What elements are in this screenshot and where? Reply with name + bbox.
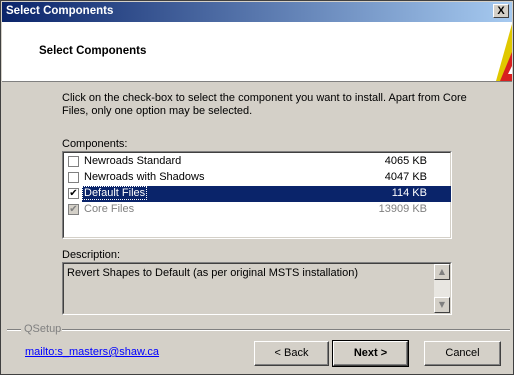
scroll-up-icon[interactable]: ▲ [434,264,450,280]
page-title: Select Components [39,45,147,57]
components-label: Components: [62,138,128,150]
checkbox-checked-disabled: ✔ [68,204,79,215]
next-button[interactable]: Next > [332,340,409,367]
components-list[interactable]: Newroads Standard 4065 KB Newroads with … [62,151,452,239]
component-size: 4047 KB [384,171,427,183]
checkbox[interactable] [68,172,79,183]
description-scrollbar[interactable]: ▲ ▼ [434,264,450,313]
scroll-down-icon[interactable]: ▼ [434,297,450,313]
list-item-selected[interactable]: ✔ Default Files 114 KB [65,186,451,202]
instructions-text: Click on the check-box to select the com… [62,92,467,117]
component-name: Default Files [81,186,148,200]
checkbox-checked[interactable]: ✔ [68,188,79,199]
installer-window: Select Components X Select Components Cl… [0,0,514,375]
component-size: 114 KB [391,187,427,199]
cancel-button[interactable]: Cancel [424,341,501,366]
component-name: Newroads Standard [84,155,182,167]
list-item[interactable]: Newroads with Shadows 4047 KB [65,170,451,186]
component-size: 4065 KB [384,155,427,167]
window-title: Select Components [6,5,114,17]
description-text: Revert Shapes to Default (as per origina… [67,267,359,279]
description-label: Description: [62,249,121,261]
component-name: Core Files [84,203,135,215]
component-size: 13909 KB [378,203,427,215]
header-logo [490,22,512,81]
description-box[interactable]: Revert Shapes to Default (as per origina… [62,262,452,315]
list-item[interactable]: Newroads Standard 4065 KB [65,154,451,170]
divider [7,329,21,331]
close-button[interactable]: X [493,4,509,18]
list-item-disabled: ✔ Core Files 13909 KB [65,202,451,218]
title-bar[interactable]: Select Components X [2,2,512,22]
header-panel: Select Components [2,22,512,82]
component-name: Newroads with Shadows [84,171,205,183]
email-link[interactable]: mailto:s_masters@shaw.ca [25,346,159,358]
qsetup-group-label: QSetup [23,323,63,335]
close-icon: X [497,5,505,17]
back-button[interactable]: < Back [254,341,329,366]
divider [61,329,510,331]
checkbox[interactable] [68,156,79,167]
